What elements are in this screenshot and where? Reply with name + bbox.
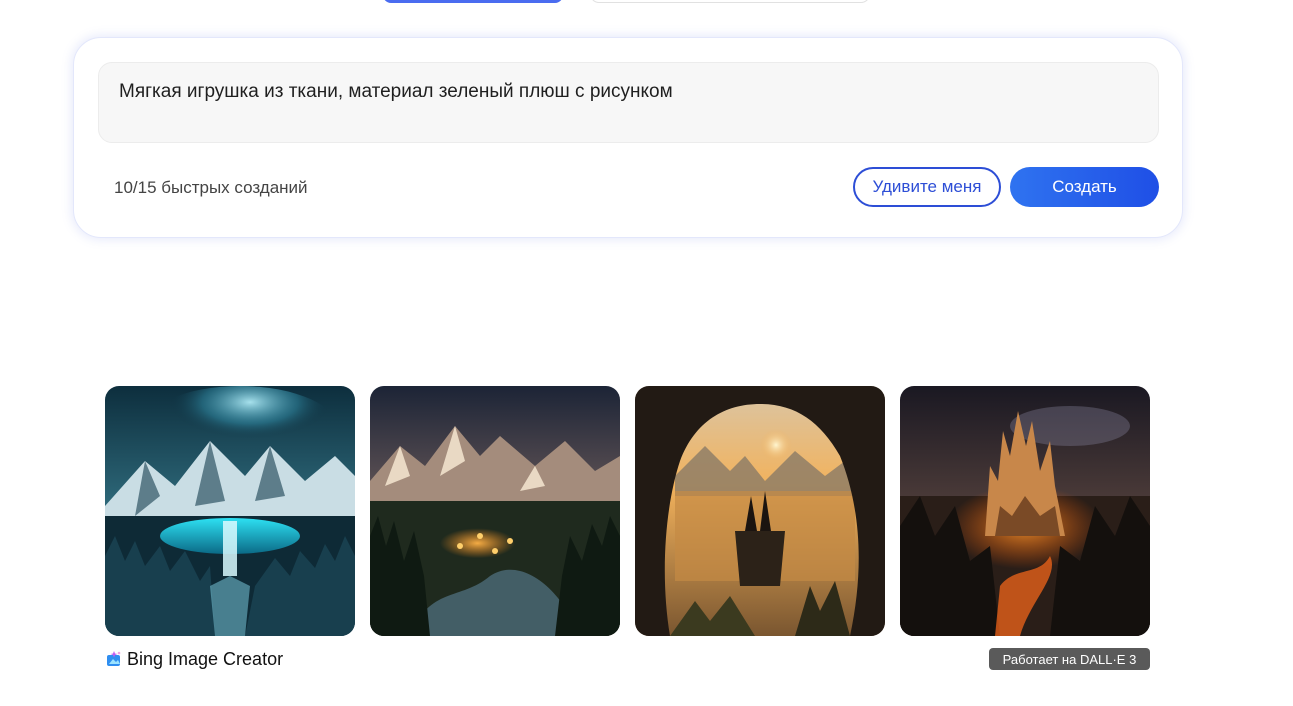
brand-label: Bing Image Creator — [105, 648, 283, 670]
gallery-image-1[interactable] — [105, 386, 355, 636]
boosts-counter: 10/15 быстрых созданий — [114, 178, 308, 197]
powered-by-badge: Работает на DALL·E 3 — [989, 648, 1150, 670]
gallery-image-4[interactable] — [900, 386, 1150, 636]
prompt-text[interactable]: Мягкая игрушка из ткани, материал зелены… — [119, 80, 1138, 104]
gallery-image-2[interactable] — [370, 386, 620, 636]
lava-castle-mountains-image — [900, 386, 1150, 636]
tab-active[interactable] — [383, 0, 563, 3]
image-creator-icon — [105, 650, 123, 668]
prompt-card: Мягкая игрушка из ткани, материал зелены… — [73, 37, 1183, 238]
tab-inactive[interactable] — [590, 0, 870, 3]
cave-lake-sunset-image — [635, 386, 885, 636]
mode-tabs — [383, 0, 873, 3]
mountain-village-river-image — [370, 386, 620, 636]
brand-name: Bing Image Creator — [127, 648, 284, 669]
surprise-me-button[interactable]: Удивите меня — [853, 167, 1001, 207]
waterfall-mountain-aurora-image — [105, 386, 355, 636]
example-gallery — [105, 386, 1150, 636]
gallery-image-3[interactable] — [635, 386, 885, 636]
prompt-input[interactable]: Мягкая игрушка из ткани, материал зелены… — [98, 62, 1159, 143]
create-button[interactable]: Создать — [1010, 167, 1159, 207]
